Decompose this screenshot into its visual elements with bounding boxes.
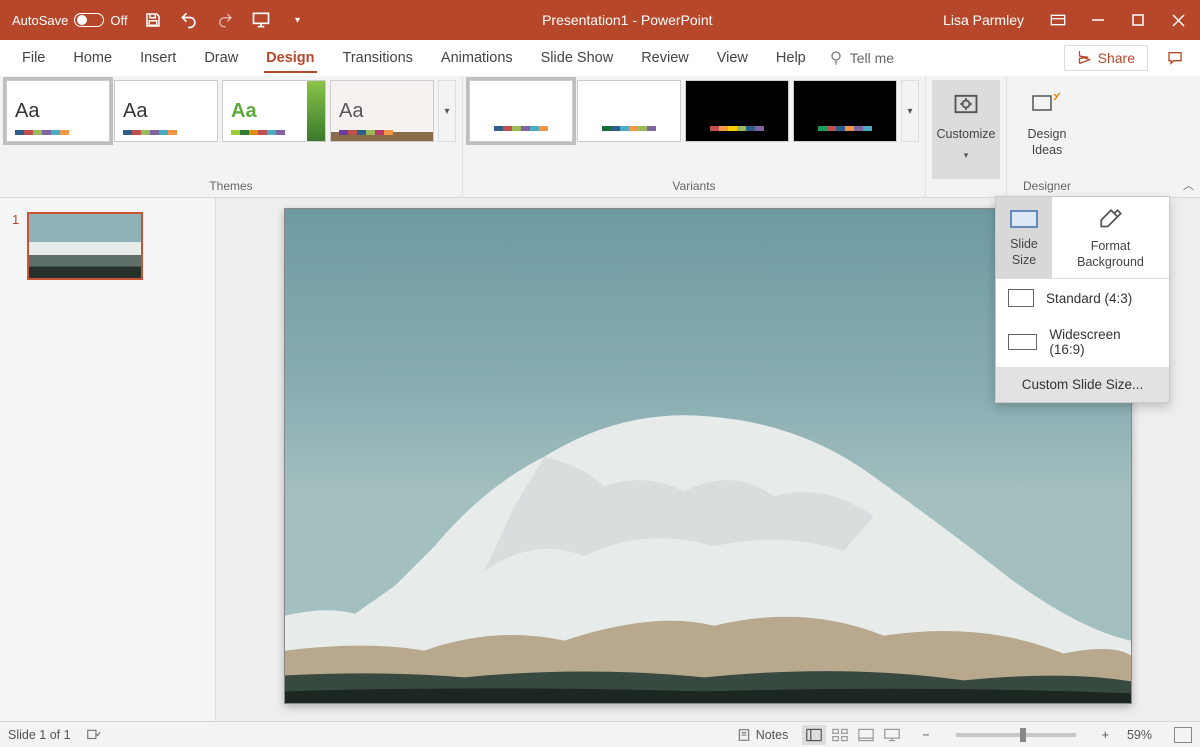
zoom-out-button[interactable]: − [918, 728, 933, 742]
tab-transitions[interactable]: Transitions [329, 40, 427, 76]
autosave-toggle[interactable]: AutoSave Off [8, 13, 131, 28]
theme-thumb-2[interactable]: Aa [114, 80, 218, 142]
slide-mini-preview [27, 212, 143, 280]
notes-button[interactable]: Notes [737, 728, 789, 742]
themes-group: Aa Aa Aa Aa ▾ Themes [0, 76, 463, 197]
slide-number: 1 [12, 212, 19, 280]
theme-thumb-3[interactable]: Aa [222, 80, 326, 142]
tab-file[interactable]: File [8, 40, 59, 76]
title-bar: AutoSave Off ▾ Presentation1 - PowerPoin… [0, 0, 1200, 40]
ribbon: Aa Aa Aa Aa ▾ Themes [0, 76, 1200, 198]
tab-draw[interactable]: Draw [190, 40, 252, 76]
format-background-icon [1098, 207, 1124, 233]
aspect-4-3-icon [1008, 289, 1034, 307]
minimize-icon[interactable] [1080, 6, 1116, 34]
notes-icon [737, 728, 751, 742]
document-title: Presentation1 - PowerPoint [311, 12, 943, 28]
undo-icon[interactable] [175, 6, 203, 34]
qat-customize-icon[interactable]: ▾ [283, 6, 311, 34]
design-ideas-button[interactable]: Design Ideas [1013, 80, 1081, 179]
status-bar: Slide 1 of 1 Notes − + 59% [0, 721, 1200, 747]
autosave-state: Off [110, 13, 127, 28]
tab-home[interactable]: Home [59, 40, 126, 76]
normal-view-icon[interactable] [802, 725, 826, 745]
view-mode-buttons [802, 725, 904, 745]
ribbon-tabs: File Home Insert Draw Design Transitions… [0, 40, 1200, 76]
designer-group-label: Designer [1023, 179, 1071, 197]
variant-thumb-1[interactable] [469, 80, 573, 142]
designer-group: Design Ideas Designer [1007, 76, 1087, 197]
slide-size-custom[interactable]: Custom Slide Size... [996, 367, 1169, 402]
slide-size-button[interactable]: Slide Size [996, 197, 1052, 278]
format-background-button[interactable]: Format Background [1052, 197, 1169, 278]
tab-review[interactable]: Review [627, 40, 703, 76]
collapse-ribbon-icon[interactable]: ︿ [1183, 177, 1194, 193]
slide-thumb-1[interactable]: 1 [12, 212, 203, 280]
autosave-label: AutoSave [12, 13, 68, 28]
format-background-label: Format Background [1077, 239, 1144, 270]
themes-group-label: Themes [209, 179, 252, 197]
close-icon[interactable] [1160, 6, 1196, 34]
tab-insert[interactable]: Insert [126, 40, 190, 76]
slide-size-standard-label: Standard (4:3) [1046, 291, 1132, 306]
customize-icon [952, 90, 980, 118]
variant-thumb-2[interactable] [577, 80, 681, 142]
variants-group-label: Variants [672, 179, 715, 197]
design-ideas-label: Design Ideas [1028, 126, 1067, 159]
design-ideas-icon [1032, 90, 1062, 118]
redo-icon[interactable] [211, 6, 239, 34]
comments-icon[interactable] [1158, 45, 1192, 71]
slide-size-widescreen-label: Widescreen (16:9) [1049, 327, 1157, 357]
slide-size-custom-label: Custom Slide Size... [1022, 377, 1144, 392]
customize-label: Customize [936, 126, 995, 142]
zoom-in-button[interactable]: + [1098, 728, 1113, 742]
theme-thumb-1[interactable]: Aa [6, 80, 110, 142]
aspect-16-9-icon [1008, 334, 1037, 350]
tab-design[interactable]: Design [252, 40, 328, 76]
user-name[interactable]: Lisa Parmley [943, 12, 1024, 28]
customize-group: Customize ▾ . [926, 76, 1007, 197]
customize-dropdown: Slide Size Format Background Standard (4… [995, 196, 1170, 403]
bulb-icon [828, 50, 844, 66]
tell-me-label: Tell me [850, 50, 894, 66]
tell-me-search[interactable]: Tell me [828, 50, 894, 66]
themes-more-button[interactable]: ▾ [438, 80, 456, 142]
zoom-slider[interactable] [956, 733, 1076, 737]
variant-thumb-4[interactable] [793, 80, 897, 142]
tab-help[interactable]: Help [762, 40, 820, 76]
share-label: Share [1098, 50, 1135, 66]
slide-size-standard[interactable]: Standard (4:3) [996, 279, 1169, 317]
ribbon-display-icon[interactable] [1040, 6, 1076, 34]
spellcheck-icon[interactable] [85, 728, 101, 742]
slideshow-view-icon[interactable] [880, 725, 904, 745]
tab-slideshow[interactable]: Slide Show [527, 40, 628, 76]
slide-size-label: Slide Size [1010, 237, 1038, 268]
tab-view[interactable]: View [703, 40, 762, 76]
slide-thumbnails-panel: 1 [0, 198, 216, 721]
slide-size-icon [1009, 207, 1039, 231]
maximize-icon[interactable] [1120, 6, 1156, 34]
notes-label: Notes [756, 728, 789, 742]
sorter-view-icon[interactable] [828, 725, 852, 745]
tab-animations[interactable]: Animations [427, 40, 527, 76]
autosave-switch-icon [74, 13, 104, 27]
slide-counter: Slide 1 of 1 [8, 728, 71, 742]
share-icon [1077, 51, 1092, 66]
variant-thumb-3[interactable] [685, 80, 789, 142]
customize-button[interactable]: Customize ▾ [932, 80, 1000, 179]
share-button[interactable]: Share [1064, 45, 1148, 71]
variants-group: ▾ Variants [463, 76, 926, 197]
save-icon[interactable] [139, 6, 167, 34]
slide-size-widescreen[interactable]: Widescreen (16:9) [996, 317, 1169, 367]
present-icon[interactable] [247, 6, 275, 34]
theme-thumb-4[interactable]: Aa [330, 80, 434, 142]
variants-more-button[interactable]: ▾ [901, 80, 919, 142]
reading-view-icon[interactable] [854, 725, 878, 745]
fit-to-window-icon[interactable] [1174, 727, 1192, 743]
zoom-value: 59% [1127, 728, 1152, 742]
